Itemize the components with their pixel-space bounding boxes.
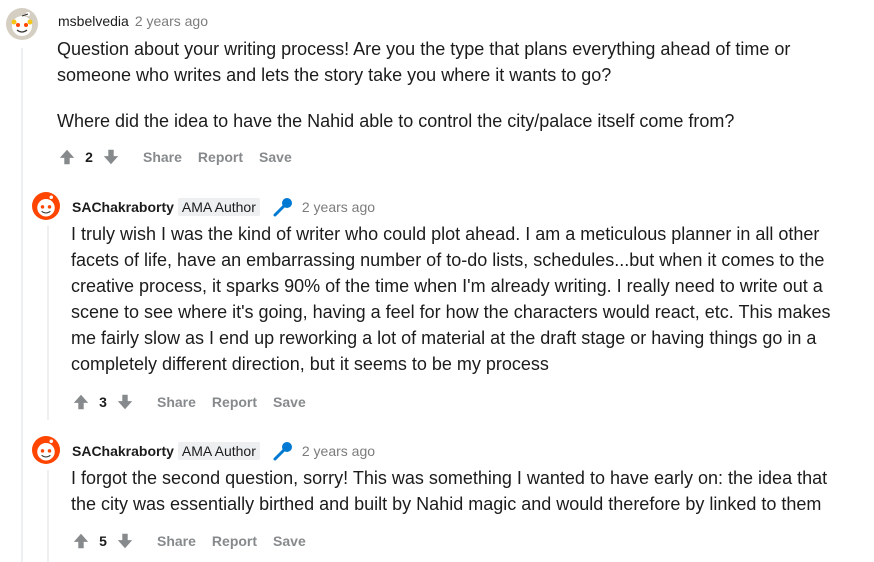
report-button[interactable]: Report (212, 533, 257, 549)
share-button[interactable]: Share (157, 394, 196, 410)
vote-count: 2 (85, 149, 93, 165)
comment-text-line: completely different direction, but it s… (71, 354, 549, 374)
comment-text-line: facets of life, have an embarrassing num… (71, 250, 825, 270)
comment-username[interactable]: SAChakraborty (72, 443, 174, 459)
save-button[interactable]: Save (273, 533, 306, 549)
user-flair: AMA Author (177, 442, 260, 460)
comment-text-line: the city was essentially birthed and bui… (71, 494, 822, 514)
comment-text-line: someone who writes and lets the story ta… (57, 65, 612, 85)
comment-text-line: Where did the idea to have the Nahid abl… (57, 111, 735, 131)
comment-text-line: I forgot the second question, sorry! Thi… (71, 468, 828, 488)
comment-text-line: I truly wish I was the kind of writer wh… (71, 224, 820, 244)
comment-timestamp[interactable]: 2 years ago (302, 443, 375, 459)
snoo-avatar-icon[interactable] (32, 436, 60, 464)
comment-text-line: creative process, it sparks 90% of the t… (71, 276, 823, 296)
comment-username[interactable]: msbelvedia (58, 13, 129, 29)
thread-line-reply-2[interactable] (47, 470, 49, 562)
upvote-arrow-icon[interactable] (71, 392, 91, 412)
save-button[interactable]: Save (259, 149, 292, 165)
vote-count: 5 (99, 533, 107, 549)
comment-username[interactable]: SAChakraborty (72, 199, 174, 215)
report-button[interactable]: Report (212, 394, 257, 410)
downvote-arrow-icon[interactable] (101, 147, 121, 167)
downvote-arrow-icon[interactable] (115, 531, 135, 551)
share-button[interactable]: Share (157, 533, 196, 549)
report-button[interactable]: Report (198, 149, 243, 165)
vote-count: 3 (99, 394, 107, 410)
microphone-icon (273, 442, 292, 461)
upvote-arrow-icon[interactable] (57, 147, 77, 167)
save-button[interactable]: Save (273, 394, 306, 410)
snoo-avatar-icon[interactable] (32, 192, 60, 220)
downvote-arrow-icon[interactable] (115, 392, 135, 412)
upvote-arrow-icon[interactable] (71, 531, 91, 551)
comment-text-line: me fairly slow as I end up reworking a l… (71, 328, 817, 348)
comment-text-line: scene to see where it's going, having a … (71, 302, 831, 322)
user-flair: AMA Author (177, 198, 260, 216)
comment-text-line: Question about your writing process! Are… (57, 39, 791, 59)
comment-actions: 2 Share Report Save (57, 145, 292, 169)
thread-line-root[interactable] (21, 48, 23, 562)
thread-line-reply-1[interactable] (47, 226, 49, 420)
comment-timestamp[interactable]: 2 years ago (135, 13, 208, 29)
comment-actions: 3 Share Report Save (71, 390, 306, 414)
microphone-icon (273, 198, 292, 217)
snoo-avatar-icon[interactable] (6, 8, 38, 40)
comment-timestamp[interactable]: 2 years ago (302, 199, 375, 215)
share-button[interactable]: Share (143, 149, 182, 165)
comment-actions: 5 Share Report Save (71, 529, 306, 553)
